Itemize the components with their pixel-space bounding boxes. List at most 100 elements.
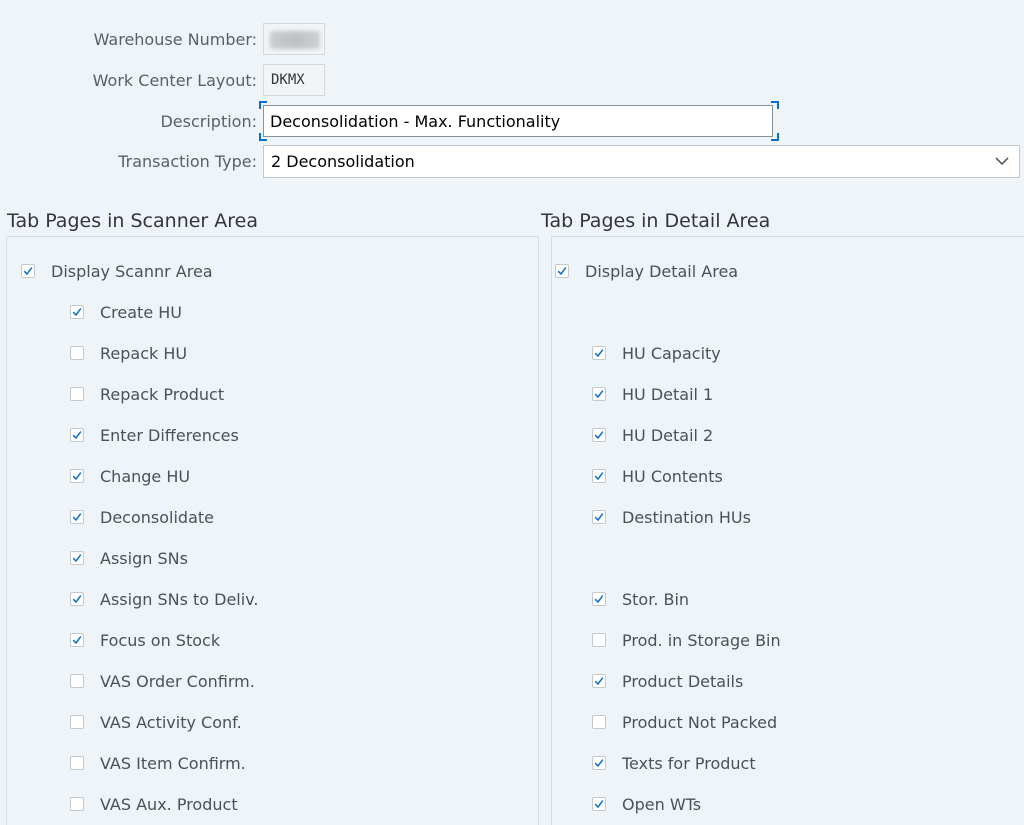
checkmark-icon	[594, 759, 604, 768]
checkbox-vas-order-confirm[interactable]: VAS Order Confirm.	[70, 670, 255, 692]
checkbox-hu-capacity[interactable]: HU Capacity	[592, 342, 721, 364]
checkbox-enter-differences[interactable]: Enter Differences	[70, 424, 239, 446]
checkbox-hu-detail-2[interactable]: HU Detail 2	[592, 424, 713, 446]
checkbox-checked[interactable]	[592, 674, 606, 688]
checkbox-product-details[interactable]: Product Details	[592, 670, 743, 692]
checkbox-checked[interactable]	[70, 428, 84, 442]
checkbox-change-hu[interactable]: Change HU	[70, 465, 190, 487]
checkbox-unchecked[interactable]	[70, 797, 84, 811]
checkbox-label: Change HU	[100, 466, 191, 486]
checkmark-icon	[72, 431, 82, 440]
checkbox-stor-bin[interactable]: Stor. Bin	[592, 588, 689, 610]
chevron-down-icon[interactable]	[995, 156, 1009, 166]
checkbox-label: Enter Differences	[100, 425, 239, 445]
focus-indicator	[259, 133, 267, 141]
checkbox-checked[interactable]	[70, 469, 84, 483]
checkmark-icon	[72, 636, 82, 645]
checkbox-vas-item-confirm[interactable]: VAS Item Confirm.	[70, 752, 246, 774]
checkbox-label: Product Details	[622, 671, 744, 691]
description-label: Description:	[160, 112, 257, 131]
focus-indicator	[771, 101, 779, 109]
checkbox-label: Assign SNs	[100, 548, 188, 568]
checkbox-checked[interactable]	[21, 264, 35, 278]
work-center-layout-label: Work Center Layout:	[92, 71, 257, 90]
checkmark-icon	[594, 800, 604, 809]
warehouse-number-field	[263, 23, 325, 55]
checkbox-checked[interactable]	[592, 428, 606, 442]
checkmark-icon	[594, 677, 604, 686]
checkbox-checked[interactable]	[592, 346, 606, 360]
checkbox-checked[interactable]	[592, 469, 606, 483]
checkbox-checked[interactable]	[592, 592, 606, 606]
checkbox-checked[interactable]	[70, 510, 84, 524]
checkbox-checked[interactable]	[70, 551, 84, 565]
checkmark-icon	[23, 267, 33, 276]
checkmark-icon	[72, 308, 82, 317]
checkbox-checked[interactable]	[70, 305, 84, 319]
checkbox-label: Texts for Product	[622, 753, 756, 773]
checkbox-assign-sns-to-deliv[interactable]: Assign SNs to Deliv.	[70, 588, 259, 610]
checkbox-vas-aux-product[interactable]: VAS Aux. Product	[70, 793, 238, 815]
transaction-type-value: 2 Deconsolidation	[271, 152, 415, 171]
detail-area-panel	[551, 236, 1024, 825]
scanner-area-title: Tab Pages in Scanner Area	[7, 210, 258, 232]
redacted-warehouse-number	[270, 31, 320, 49]
focus-indicator	[259, 101, 267, 109]
checkbox-create-hu[interactable]: Create HU	[70, 301, 182, 323]
checkbox-label: Display Detail Area	[585, 261, 739, 281]
checkbox-label: Repack HU	[100, 343, 188, 363]
scanner-area-panel	[6, 236, 539, 825]
checkmark-icon	[72, 513, 82, 522]
checkbox-label: HU Contents	[622, 466, 723, 486]
checkbox-focus-on-stock[interactable]: Focus on Stock	[70, 629, 220, 651]
checkmark-icon	[594, 349, 604, 358]
checkbox-label: HU Detail 1	[622, 384, 714, 404]
description-input[interactable]	[263, 105, 773, 137]
checkbox-label: Product Not Packed	[622, 712, 778, 732]
checkbox-label: Open WTs	[622, 794, 702, 814]
checkbox-prod-in-storage-bin[interactable]: Prod. in Storage Bin	[592, 629, 781, 651]
checkbox-checked[interactable]	[592, 510, 606, 524]
checkbox-texts-for-product[interactable]: Texts for Product	[592, 752, 756, 774]
checkbox-unchecked[interactable]	[70, 756, 84, 770]
checkbox-checked[interactable]	[592, 387, 606, 401]
checkmark-icon	[594, 513, 604, 522]
checkbox-hu-detail-1[interactable]: HU Detail 1	[592, 383, 713, 405]
checkbox-checked[interactable]	[592, 756, 606, 770]
checkmark-icon	[594, 595, 604, 604]
checkmark-icon	[72, 472, 82, 481]
checkmark-icon	[594, 472, 604, 481]
checkbox-repack-product[interactable]: Repack Product	[70, 383, 224, 405]
checkbox-checked[interactable]	[555, 264, 569, 278]
checkmark-icon	[72, 595, 82, 604]
checkbox-label: VAS Order Confirm.	[100, 671, 255, 691]
checkbox-checked[interactable]	[70, 633, 84, 647]
checkbox-display-scannr-area[interactable]: Display Scannr Area	[21, 260, 213, 282]
checkbox-hu-contents[interactable]: HU Contents	[592, 465, 723, 487]
checkbox-open-wts[interactable]: Open WTs	[592, 793, 701, 815]
checkbox-repack-hu[interactable]: Repack HU	[70, 342, 187, 364]
checkbox-product-not-packed[interactable]: Product Not Packed	[592, 711, 777, 733]
checkbox-unchecked[interactable]	[70, 346, 84, 360]
checkbox-unchecked[interactable]	[592, 633, 606, 647]
checkbox-label: Assign SNs to Deliv.	[100, 589, 259, 609]
checkbox-destination-hus[interactable]: Destination HUs	[592, 506, 751, 528]
transaction-type-select[interactable]: 2 Deconsolidation	[263, 145, 1020, 178]
checkbox-label: HU Capacity	[622, 343, 721, 363]
checkbox-label: Deconsolidate	[100, 507, 214, 527]
warehouse-number-label: Warehouse Number:	[93, 30, 257, 49]
checkbox-display-detail-area[interactable]: Display Detail Area	[555, 260, 738, 282]
checkbox-unchecked[interactable]	[70, 387, 84, 401]
checkbox-label: HU Detail 2	[622, 425, 714, 445]
checkbox-checked[interactable]	[70, 592, 84, 606]
checkbox-unchecked[interactable]	[592, 715, 606, 729]
checkbox-checked[interactable]	[592, 797, 606, 811]
checkbox-vas-activity-conf[interactable]: VAS Activity Conf.	[70, 711, 242, 733]
checkbox-unchecked[interactable]	[70, 674, 84, 688]
checkbox-assign-sns[interactable]: Assign SNs	[70, 547, 188, 569]
checkbox-unchecked[interactable]	[70, 715, 84, 729]
checkbox-deconsolidate[interactable]: Deconsolidate	[70, 506, 214, 528]
checkbox-label: Focus on Stock	[100, 630, 221, 650]
work-center-layout-field: DKMX	[263, 64, 325, 96]
checkbox-label: Display Scannr Area	[51, 261, 213, 281]
